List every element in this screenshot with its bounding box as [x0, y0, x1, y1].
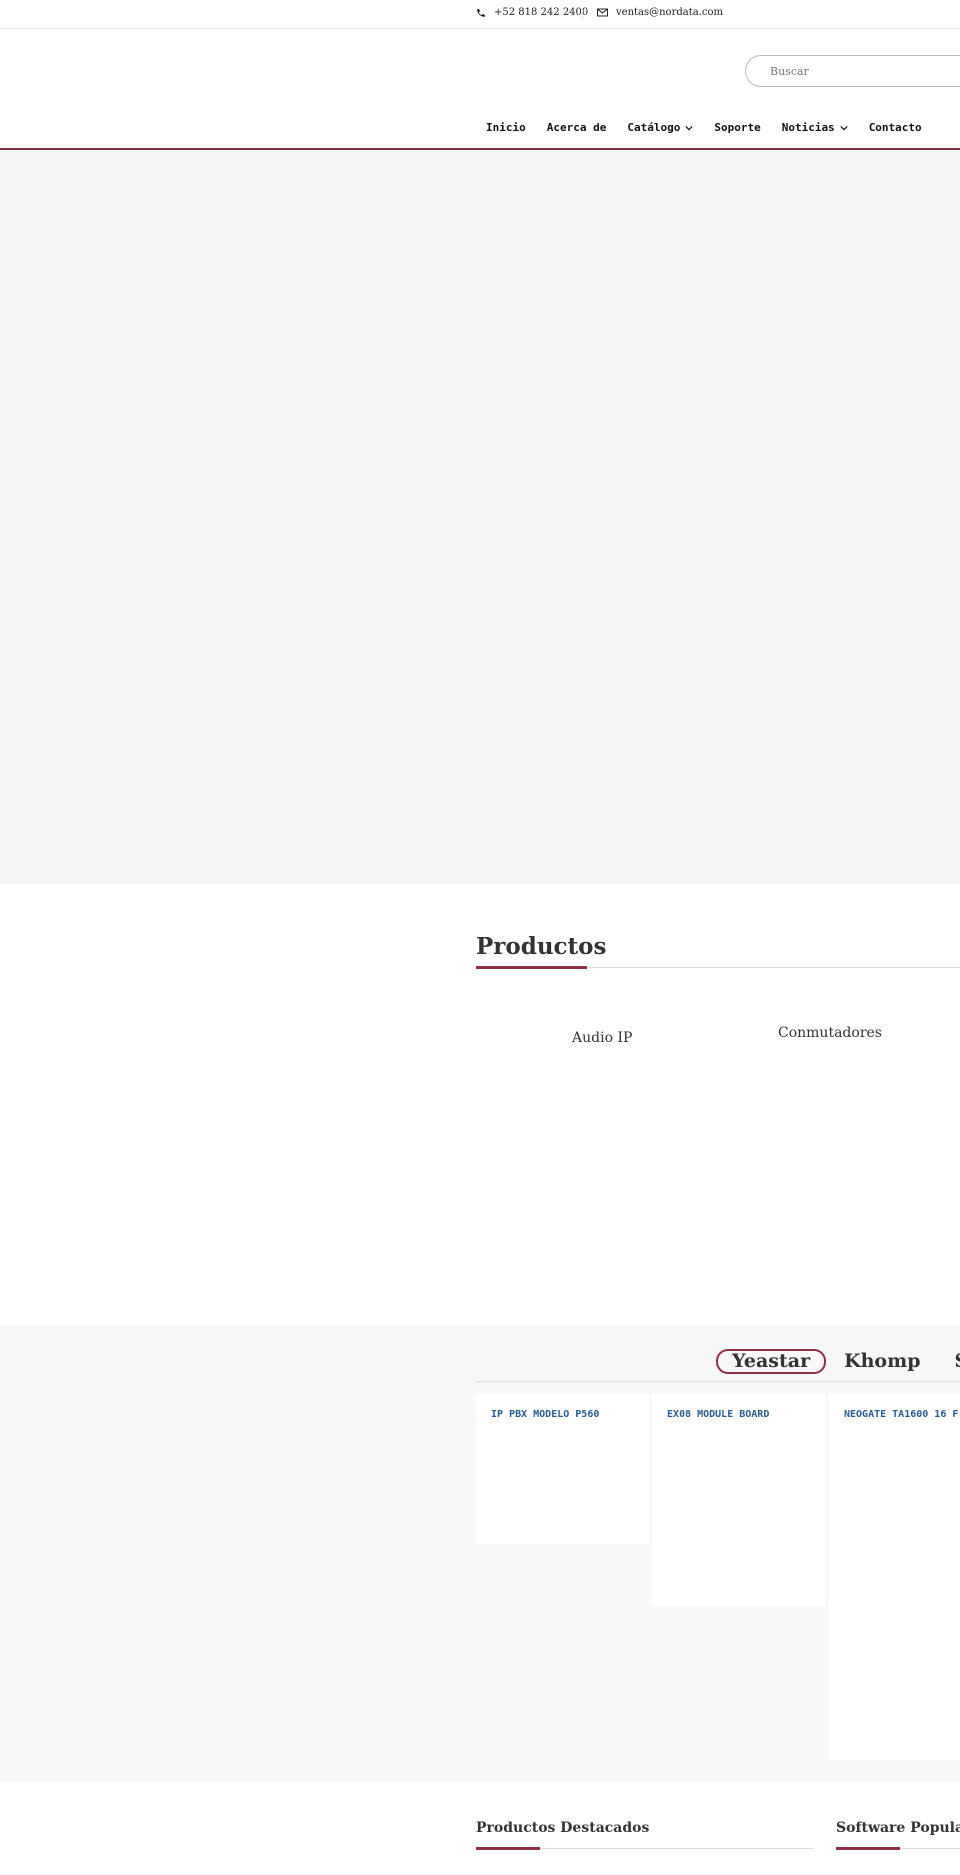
category-conmutadores[interactable]: Conmutadores [778, 1025, 882, 1041]
topbar-email-text: ventas@nordata.com [616, 7, 723, 18]
nav-item-label: Soporte [714, 121, 761, 134]
nav-item-noticias[interactable]: Noticias [782, 121, 848, 134]
topbar-phone-text: +52 818 242 2400 [494, 7, 589, 18]
brand-tabs: Yeastar Khomp S [716, 1349, 960, 1374]
hero-banner [0, 151, 960, 884]
product-card[interactable]: EX08 MODULE BOARD [652, 1394, 825, 1606]
nav-item-label: Catálogo [627, 121, 681, 134]
product-card-title[interactable]: IP PBX MODELO P560 [491, 1409, 599, 1420]
topbar-email[interactable]: ventas@nordata.com [597, 7, 723, 18]
tab-partial[interactable]: S [955, 1349, 960, 1374]
chevron-down-icon [840, 125, 848, 131]
chevron-down-icon [685, 125, 693, 131]
top-bar: +52 818 242 2400 ventas@nordata.com [0, 0, 960, 29]
software-popular-title: Software Popular [836, 1820, 960, 1836]
envelope-icon [597, 8, 608, 17]
products-section: Productos Audio IP Conmutadores [0, 884, 960, 1325]
software-divider-accent [836, 1847, 900, 1850]
nav-item-label: Contacto [868, 121, 922, 134]
nav-item-contacto[interactable]: Contacto [869, 121, 922, 134]
topbar-separator [582, 8, 583, 20]
product-card[interactable]: IP PBX MODELO P560 [476, 1394, 649, 1544]
main-nav: Inicio Acerca de Catálogo Soporte Notici… [486, 121, 943, 134]
nav-item-soporte[interactable]: Soporte [714, 121, 760, 134]
product-card-title[interactable]: NEOGATE TA1600 16 F [844, 1409, 958, 1420]
product-card-title[interactable]: EX08 MODULE BOARD [667, 1409, 769, 1420]
featured-divider-accent [476, 1847, 540, 1850]
tab-yeastar[interactable]: Yeastar [716, 1349, 827, 1374]
nav-item-label: Inicio [486, 121, 526, 134]
tab-khomp[interactable]: Khomp [844, 1349, 920, 1374]
search-box [745, 55, 960, 87]
category-audio-ip[interactable]: Audio IP [572, 1030, 632, 1046]
phone-icon [476, 8, 486, 18]
brands-section: Yeastar Khomp S IP PBX MODELO P560 EX08 … [0, 1325, 960, 1782]
nav-item-label: Noticias [781, 121, 835, 134]
site-header: Inicio Acerca de Catálogo Soporte Notici… [0, 29, 960, 150]
section-divider-accent [476, 966, 587, 969]
brand-tabs-divider [476, 1381, 960, 1382]
nav-item-inicio[interactable]: Inicio [486, 121, 526, 134]
nav-item-acerca-de[interactable]: Acerca de [547, 121, 607, 134]
nav-item-label: Acerca de [546, 121, 607, 134]
product-card[interactable]: NEOGATE TA1600 16 F [829, 1394, 960, 1760]
products-title: Productos [476, 933, 607, 960]
topbar-phone[interactable]: +52 818 242 2400 [476, 7, 588, 18]
featured-products-title: Productos Destacados [476, 1820, 650, 1836]
search-input[interactable] [770, 62, 960, 80]
bottom-section: Productos Destacados Software Popular [0, 1782, 960, 1875]
nav-item-catalogo[interactable]: Catálogo [627, 121, 693, 134]
